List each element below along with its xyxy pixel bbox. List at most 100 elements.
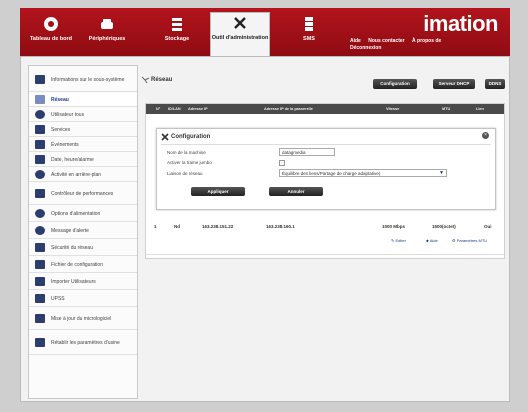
- sidebar-item-label: Date, heure/alarme: [51, 156, 94, 163]
- column-header: Adresse IP: [188, 107, 208, 111]
- sidebar-item-label: Utilisateur tous: [51, 111, 85, 118]
- link-aggregation-select[interactable]: Équilibre des liens/Partage de charge ad…: [279, 169, 447, 177]
- brand-logo: imation: [423, 11, 498, 36]
- table-header: N° ID/LAN Adresse IP Adresse IP de la pa…: [146, 104, 504, 114]
- cancel-button[interactable]: Annuler: [269, 187, 323, 196]
- sidebar-item-firmware[interactable]: Mise à jour du micrologiciel: [29, 308, 137, 330]
- logout-link[interactable]: Déconnexion: [350, 45, 381, 51]
- sidebar-item-label: Contrôleur de performances: [51, 190, 114, 197]
- performance-icon: [35, 189, 45, 198]
- nav-dashboard[interactable]: Tableau de bord: [24, 14, 78, 54]
- help-label: Aide: [429, 238, 438, 243]
- help-link[interactable]: ⬥ Aide: [426, 238, 438, 243]
- column-header: Adresse IP de la passerelle: [264, 107, 313, 111]
- server-icon: [305, 17, 313, 31]
- admin-tools-icon: [234, 17, 246, 29]
- firmware-icon: [35, 314, 45, 323]
- sidebar-item-factory-reset[interactable]: Rétablir les paramètres d'usine: [29, 331, 137, 355]
- sidebar-item-background-activity[interactable]: Activité en arrière-plan: [29, 168, 137, 182]
- network-icon: [141, 76, 150, 84]
- sidebar-item-label: Message d'alerte: [51, 227, 89, 234]
- chevron-down-icon: ▼: [439, 170, 444, 176]
- nav-admin-tools-label: Outil d'administration: [211, 35, 269, 41]
- row-mtu: 1500(octet): [432, 224, 456, 229]
- storage-icon: [172, 18, 182, 31]
- services-icon: [35, 125, 45, 134]
- dhcp-server-button[interactable]: Serveur DHCP: [433, 79, 475, 89]
- jumbo-frame-checkbox[interactable]: [279, 160, 285, 166]
- nav-storage-label: Stockage: [164, 36, 190, 42]
- sidebar-item-label: UPSS: [51, 295, 65, 302]
- sidebar-item-power[interactable]: Options d'alimentation: [29, 206, 137, 222]
- ups-icon: [35, 294, 45, 303]
- sidebar-item-import-users[interactable]: Importer Utilisateurs: [29, 274, 137, 290]
- about-link[interactable]: À propos de: [412, 38, 441, 44]
- dashboard-icon: [44, 17, 58, 31]
- ddns-button[interactable]: DDNS: [485, 79, 505, 89]
- config-file-icon: [35, 260, 45, 269]
- sidebar-item-system-info[interactable]: Informations sur le sous-système: [29, 68, 137, 92]
- divider: [161, 144, 491, 145]
- sidebar-item-label: Sécurité du réseau: [51, 244, 93, 251]
- nav-dashboard-label: Tableau de bord: [29, 36, 73, 42]
- sidebar-item-label: Importer Utilisateurs: [51, 278, 96, 285]
- close-icon[interactable]: ×: [482, 132, 489, 139]
- sidebar-item-users[interactable]: Utilisateur tous: [29, 108, 137, 122]
- sidebar-item-label: Informations sur le sous-système: [51, 76, 125, 83]
- row-gateway: 163.238.160.1: [266, 224, 295, 229]
- dialog-title: Configuration: [171, 134, 211, 140]
- row-link: Oui: [484, 224, 492, 229]
- contact-link[interactable]: Nous contacter: [368, 38, 404, 44]
- edit-link[interactable]: ✎ Editer: [391, 238, 406, 243]
- configuration-dialog: Configuration × Nom de la machine datagm…: [156, 128, 496, 210]
- sidebar-item-label: Événements: [51, 141, 79, 148]
- apply-button[interactable]: Appliquer: [191, 187, 245, 196]
- sidebar-item-security[interactable]: Sécurité du réseau: [29, 240, 137, 256]
- nav-peripherals[interactable]: Périphériques: [80, 14, 134, 54]
- mtu-settings-label: Paramètres MTU: [456, 238, 488, 243]
- car-icon: [101, 19, 113, 29]
- sidebar-item-ups[interactable]: UPSS: [29, 291, 137, 307]
- sidebar-item-alert[interactable]: Message d'alerte: [29, 223, 137, 239]
- link-aggregation-label: Liaison de réseau: [167, 171, 203, 176]
- system-info-icon: [35, 75, 45, 84]
- sidebar-item-events[interactable]: Événements: [29, 138, 137, 152]
- sidebar-item-date-time[interactable]: Date, heure/alarme: [29, 153, 137, 167]
- sidebar-item-services[interactable]: Services: [29, 123, 137, 137]
- sidebar-item-label: Fichier de configuration: [51, 261, 103, 268]
- nav-sms[interactable]: SMS: [282, 14, 336, 54]
- network-icon: [35, 95, 45, 104]
- content-area: Réseau Configuration Serveur DHCP DDNS N…: [141, 65, 505, 399]
- nav-admin-tools[interactable]: Outil d'administration: [210, 12, 270, 60]
- mtu-settings-link[interactable]: ⚙ Paramètres MTU: [452, 238, 487, 243]
- main-panel: Informations sur le sous-système Réseau …: [20, 56, 510, 402]
- configuration-button[interactable]: Configuration: [373, 79, 417, 89]
- column-header: Vitesse: [386, 107, 400, 111]
- jumbo-frame-label: Activer la trame jumbo: [167, 160, 212, 165]
- nav-storage[interactable]: Stockage: [150, 14, 204, 54]
- sidebar-item-config-file[interactable]: Fichier de configuration: [29, 257, 137, 273]
- column-header: MTU: [442, 107, 451, 111]
- sidebar-item-performance[interactable]: Contrôleur de performances: [29, 183, 137, 205]
- nav-sms-label: SMS: [303, 36, 315, 42]
- sidebar-item-label: Réseau: [51, 96, 69, 103]
- import-users-icon: [35, 277, 45, 286]
- select-value: Équilibre des liens/Partage de charge ad…: [282, 171, 381, 176]
- column-header: ID/LAN: [168, 107, 181, 111]
- hostname-label: Nom de la machine: [167, 150, 206, 155]
- divider: [146, 254, 504, 255]
- nav-peripherals-label: Périphériques: [88, 36, 126, 42]
- column-header: N°: [156, 107, 161, 111]
- row-lan: Nd: [174, 224, 180, 229]
- app-window: Tableau de bord Périphériques Stockage O…: [0, 0, 528, 412]
- sidebar-item-network[interactable]: Réseau: [29, 93, 137, 107]
- top-links: Aide Nous contacter À propos de Déconnex…: [350, 38, 490, 52]
- sidebar-item-label: Activité en arrière-plan: [51, 171, 102, 178]
- sidebar-item-label: Options d'alimentation: [51, 210, 101, 217]
- column-header: Lien: [476, 107, 484, 111]
- hostname-input[interactable]: datagmedia: [279, 148, 335, 156]
- page-title: Réseau: [151, 77, 173, 83]
- factory-reset-icon: [35, 338, 45, 347]
- alert-icon: [35, 226, 45, 235]
- help-link[interactable]: Aide: [350, 38, 361, 44]
